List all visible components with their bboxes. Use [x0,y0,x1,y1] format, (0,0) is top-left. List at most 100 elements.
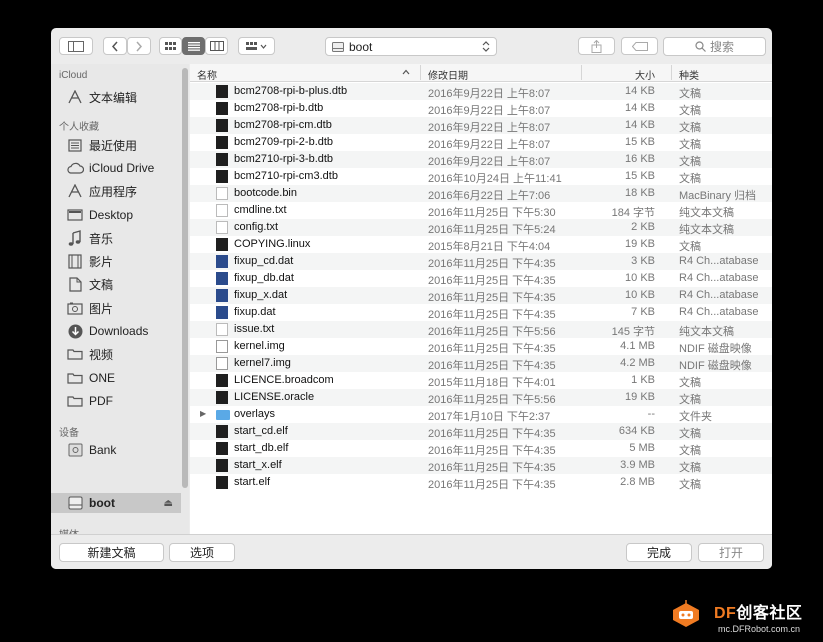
share-button[interactable] [578,37,615,55]
desktop-icon [66,207,84,223]
list-view-button[interactable] [182,37,205,55]
file-date: 2016年9月22日 上午8:07 [428,88,551,100]
sidebar-item-music[interactable]: 音乐 [59,228,177,248]
file-size: 10 KB [625,289,655,301]
sidebar-item-pdf[interactable]: PDF [59,391,177,411]
eject-icon[interactable]: ⏏ [164,498,173,509]
file-icon [216,425,228,438]
folder-icon [66,370,84,386]
sidebar-item-movies[interactable]: 影片 [59,251,177,271]
file-icon [216,255,228,268]
file-row[interactable]: fixup.dat 2016年11月25日 下午4:35 7 KB R4 Ch...a… [190,304,772,321]
new-document-button[interactable]: 新建文稿 [59,543,164,562]
file-row[interactable]: ▶ overlays 2017年1月10日 下午2:37 -- 文件夹 [190,406,772,423]
file-icon [216,170,228,183]
file-icon [216,204,228,217]
file-row[interactable]: bootcode.bin 2016年6月22日 上午7:06 18 KB MacBin… [190,185,772,202]
file-row[interactable]: start_cd.elf 2016年11月25日 下午4:35 634 KB 文稿 [190,423,772,440]
file-kind: 文稿 [679,445,701,457]
open-file-dialog: boot 搜索 iCloud 文本编辑 个人收藏 最近使用 iCloud Dri… [51,28,772,569]
column-date[interactable]: 修改日期 [428,67,468,82]
sidebar-item-applications[interactable]: 应用程序 [59,181,177,201]
column-header: 名称 修改日期 大小 种类 [190,64,772,82]
file-row[interactable]: start_db.elf 2016年11月25日 下午4:35 5 MB 文稿 [190,440,772,457]
file-row[interactable]: bcm2710-rpi-3-b.dtb 2016年9月22日 上午8:07 16 K… [190,151,772,168]
watermark-brand: DF创客社区 [714,605,803,622]
file-row[interactable]: start.elf 2016年11月25日 下午4:35 2.8 MB 文稿 [190,474,772,491]
file-date: 2016年11月25日 下午4:35 [428,343,556,355]
file-name: bcm2710-rpi-3-b.dtb [234,153,334,165]
file-row[interactable]: fixup_cd.dat 2016年11月25日 下午4:35 3 KB R4 Ch.… [190,253,772,270]
file-size: 15 KB [625,170,655,182]
file-kind: NDIF 磁盘映像 [679,343,752,355]
column-name[interactable]: 名称 [197,67,217,82]
tags-button[interactable] [621,37,658,55]
location-popup[interactable]: boot [325,37,497,56]
file-row[interactable]: config.txt 2016年11月25日 下午5:24 2 KB 纯文本文稿 [190,219,772,236]
file-date: 2016年11月25日 下午4:35 [428,309,556,321]
column-kind[interactable]: 种类 [679,67,699,82]
done-button[interactable]: 完成 [626,543,692,562]
sidebar-item-boot[interactable]: boot ⏏ [51,493,181,513]
sidebar-toggle-button[interactable] [59,37,93,55]
file-name: start_x.elf [234,459,282,471]
file-row[interactable]: LICENSE.oracle 2016年11月25日 下午5:56 19 KB 文稿 [190,389,772,406]
folder-icon [66,346,84,362]
text-edit-icon [66,89,84,105]
sidebar-item-videos[interactable]: 视频 [59,344,177,364]
sidebar-item-documents[interactable]: 文稿 [59,274,177,294]
icon-view-button[interactable] [159,37,182,55]
file-name: bcm2708-rpi-b-plus.dtb [234,85,348,97]
column-size[interactable]: 大小 [635,67,655,82]
file-row[interactable]: fixup_db.dat 2016年11月25日 下午4:35 10 KB R4 Ch… [190,270,772,287]
file-size: 145 字节 [611,326,655,338]
search-field[interactable]: 搜索 [663,37,766,56]
file-kind: 纯文本文稿 [679,326,734,338]
file-row[interactable]: bcm2710-rpi-cm3.dtb 2016年10月24日 上午11:41 15… [190,168,772,185]
file-size: 14 KB [625,102,655,114]
file-row[interactable]: cmdline.txt 2016年11月25日 下午5:30 184 字节 纯文本文稿 [190,202,772,219]
file-row[interactable]: kernel7.img 2016年11月25日 下午4:35 4.2 MB NDIF … [190,355,772,372]
disclosure-triangle-icon[interactable]: ▶ [200,409,206,418]
scrollbar-thumb[interactable] [182,68,188,488]
file-row[interactable]: issue.txt 2016年11月25日 下午5:56 145 字节 纯文本文稿 [190,321,772,338]
movies-icon [66,253,84,269]
file-name: fixup_cd.dat [234,255,294,267]
sidebar-item-bank[interactable]: Bank [59,440,177,460]
file-row[interactable]: bcm2708-rpi-cm.dtb 2016年9月22日 上午8:07 14 KB… [190,117,772,134]
sidebar-item-icloud-drive[interactable]: iCloud Drive [59,158,177,178]
sidebar-item-pictures[interactable]: 图片 [59,298,177,318]
forward-button[interactable] [127,37,151,55]
file-date: 2016年11月25日 下午5:56 [428,326,556,338]
file-row[interactable]: LICENCE.broadcom 2015年11月18日 下午4:01 1 KB 文稿 [190,372,772,389]
file-row[interactable]: bcm2708-rpi-b-plus.dtb 2016年9月22日 上午8:07 1… [190,83,772,100]
file-name: bcm2710-rpi-cm3.dtb [234,170,338,182]
group-by-button[interactable] [238,37,275,55]
sidebar-item-desktop[interactable]: Desktop [59,205,177,225]
file-name: fixup_x.dat [234,289,288,301]
column-view-button[interactable] [205,37,228,55]
chevron-left-icon [111,41,118,51]
file-kind: 文稿 [679,377,701,389]
file-date: 2016年11月25日 下午5:56 [428,394,556,406]
sidebar-item-text-edit[interactable]: 文本编辑 [59,87,177,107]
options-button[interactable]: 选项 [169,543,235,562]
back-button[interactable] [103,37,127,55]
open-button[interactable]: 打开 [698,543,764,562]
downloads-icon [66,323,84,339]
file-date: 2016年11月25日 下午4:35 [428,292,556,304]
file-date: 2016年11月25日 下午4:35 [428,275,556,287]
file-name: COPYING.linux [234,238,311,250]
file-size: 15 KB [625,136,655,148]
file-date: 2016年9月22日 上午8:07 [428,122,551,134]
sidebar-item-downloads[interactable]: Downloads [59,321,177,341]
sidebar-scrollbar[interactable] [181,64,189,534]
file-row[interactable]: COPYING.linux 2015年8月21日 下午4:04 19 KB 文稿 [190,236,772,253]
file-row[interactable]: fixup_x.dat 2016年11月25日 下午4:35 10 KB R4 Ch.… [190,287,772,304]
file-row[interactable]: bcm2709-rpi-2-b.dtb 2016年9月22日 上午8:07 15 K… [190,134,772,151]
file-row[interactable]: bcm2708-rpi-b.dtb 2016年9月22日 上午8:07 14 KB 文… [190,100,772,117]
sidebar-item-recents[interactable]: 最近使用 [59,135,177,155]
sidebar-item-one[interactable]: ONE [59,368,177,388]
file-row[interactable]: start_x.elf 2016年11月25日 下午4:35 3.9 MB 文稿 [190,457,772,474]
file-row[interactable]: kernel.img 2016年11月25日 下午4:35 4.1 MB NDIF 磁… [190,338,772,355]
